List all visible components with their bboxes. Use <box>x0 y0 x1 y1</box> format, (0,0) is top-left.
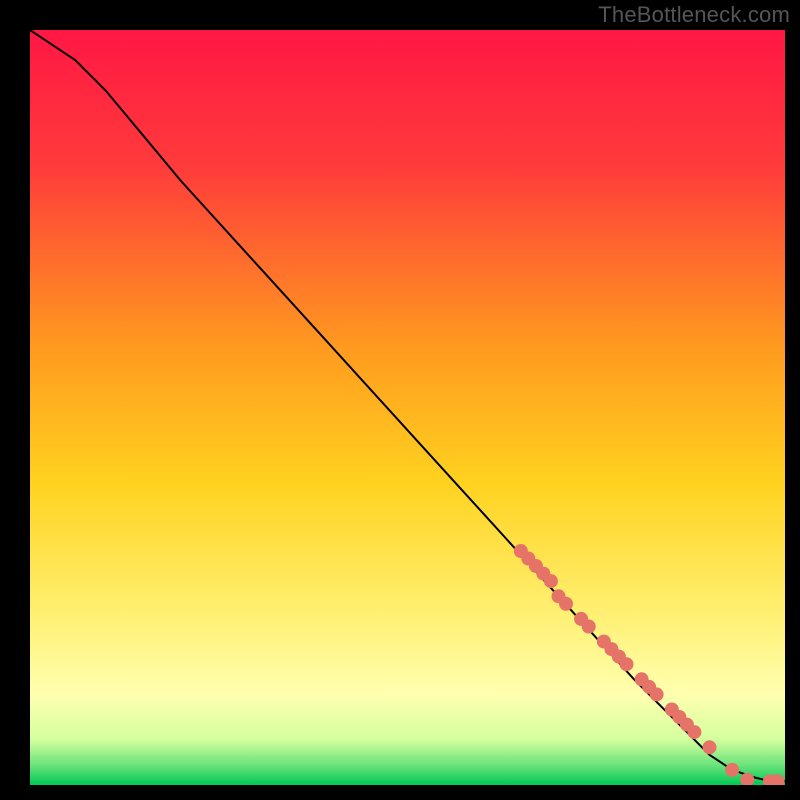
point-data-points <box>687 725 701 739</box>
point-data-points <box>582 620 596 634</box>
point-data-points <box>650 687 664 701</box>
point-data-points <box>725 763 739 777</box>
point-data-points <box>620 657 634 671</box>
point-data-points <box>544 574 558 588</box>
point-data-points <box>559 597 573 611</box>
point-data-points <box>703 740 717 754</box>
watermark-text: TheBottleneck.com <box>598 2 790 28</box>
plot-area <box>30 30 785 785</box>
gradient-background <box>30 30 785 785</box>
chart-frame: TheBottleneck.com <box>0 0 800 800</box>
chart-svg <box>30 30 785 785</box>
